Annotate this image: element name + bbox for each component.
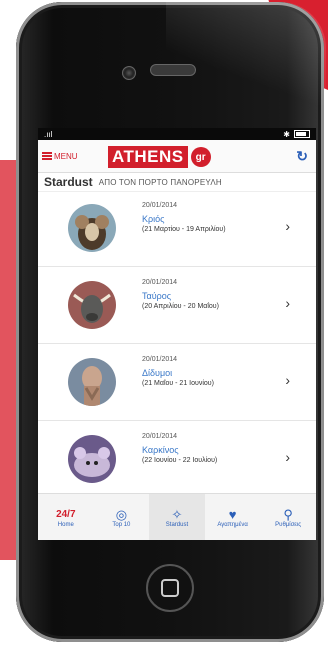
signal-icon: .ııl xyxy=(44,129,53,139)
home-button[interactable] xyxy=(146,564,194,612)
tab-top10[interactable]: ◎ Top 10 xyxy=(94,494,150,540)
horoscope-list: 20/01/2014 Κριός (21 Μαρτίου - 19 Απριλί… xyxy=(38,190,316,494)
aries-avatar xyxy=(68,204,116,252)
item-sign: Καρκίνος xyxy=(142,445,179,455)
logo-text: ATHENS xyxy=(108,146,188,168)
item-date: 20/01/2014 xyxy=(142,356,178,363)
bluetooth-icon: ✱ xyxy=(283,129,290,139)
target-icon: ◎ xyxy=(115,506,128,522)
item-sign: Ταύρος xyxy=(142,291,172,301)
cancer-avatar xyxy=(68,435,116,483)
page-subtitle: ΑΠΟ ΤΟΝ ΠΟΡΤΟ ΠΑΝΟΡΕΥΛΗ xyxy=(98,177,222,187)
menu-label: MENU xyxy=(54,151,78,161)
chevron-right-icon: › xyxy=(285,372,290,388)
list-item-gemini[interactable]: 20/01/2014 Δίδυμοι (21 Μαΐου - 21 Ιουνίο… xyxy=(38,344,316,421)
tab-settings[interactable]: ⚲ Ρυθμίσεις xyxy=(260,494,316,540)
tab-favorites[interactable]: ♥ Αγαπημένα xyxy=(205,494,261,540)
item-range: (20 Απριλίου - 20 Μαΐου) xyxy=(142,303,219,310)
tab-label: Ρυθμίσεις xyxy=(275,521,302,528)
gemini-avatar xyxy=(68,358,116,406)
refresh-icon[interactable]: ↻ xyxy=(296,148,308,165)
status-bar: .ııl ✱ xyxy=(38,128,316,140)
hamburger-icon xyxy=(42,152,52,160)
chevron-right-icon: › xyxy=(285,218,290,234)
heart-icon: ♥ xyxy=(228,506,237,522)
page-title: Stardust xyxy=(44,175,93,189)
stars-icon: ✧ xyxy=(171,506,183,522)
chevron-right-icon: › xyxy=(285,295,290,311)
taurus-avatar xyxy=(68,281,116,329)
home-button-icon xyxy=(161,579,179,597)
list-item-aries[interactable]: 20/01/2014 Κριός (21 Μαρτίου - 19 Απριλί… xyxy=(38,190,316,267)
app-logo: ATHENS gr xyxy=(108,146,211,168)
tab-label: Top 10 xyxy=(112,521,131,528)
battery-icon xyxy=(294,130,310,138)
logo-suffix: gr xyxy=(190,147,211,167)
chevron-right-icon: › xyxy=(285,449,290,465)
item-date: 20/01/2014 xyxy=(142,279,178,286)
item-sign: Δίδυμοι xyxy=(142,368,173,378)
app-header: MENU ATHENS gr ↻ xyxy=(38,140,316,173)
item-range: (22 Ιουνίου - 22 Ιουλίου) xyxy=(142,457,218,464)
item-date: 20/01/2014 xyxy=(142,433,178,440)
front-camera xyxy=(122,66,136,80)
tab-label: Stardust xyxy=(165,521,189,528)
list-item-taurus[interactable]: 20/01/2014 Ταύρος (20 Απριλίου - 20 Μαΐο… xyxy=(38,267,316,344)
list-item-cancer[interactable]: 20/01/2014 Καρκίνος (22 Ιουνίου - 22 Ιου… xyxy=(38,421,316,494)
tab-label: Home xyxy=(57,521,74,528)
tab-label: Αγαπημένα xyxy=(217,521,248,528)
item-date: 20/01/2014 xyxy=(142,202,178,209)
menu-button[interactable]: MENU xyxy=(42,152,78,161)
earpiece-speaker xyxy=(150,64,196,76)
bottom-tab-bar: 24/7 Home ◎ Top 10 ✧ Stardust ♥ Αγαπημέν… xyxy=(38,493,316,540)
phone-screen: .ııl ✱ MENU ATHENS gr ↻ Stardust ΑΠΟ ΤΟΝ… xyxy=(38,128,316,540)
item-range: (21 Μαρτίου - 19 Απριλίου) xyxy=(142,226,226,233)
tab-stardust[interactable]: ✧ Stardust xyxy=(149,494,205,540)
item-range: (21 Μαΐου - 21 Ιουνίου) xyxy=(142,380,214,387)
tab-home[interactable]: 24/7 Home xyxy=(38,494,94,540)
item-sign: Κριός xyxy=(142,214,165,224)
settings-icon: ⚲ xyxy=(283,506,293,522)
home-247-icon: 24/7 xyxy=(56,508,76,520)
